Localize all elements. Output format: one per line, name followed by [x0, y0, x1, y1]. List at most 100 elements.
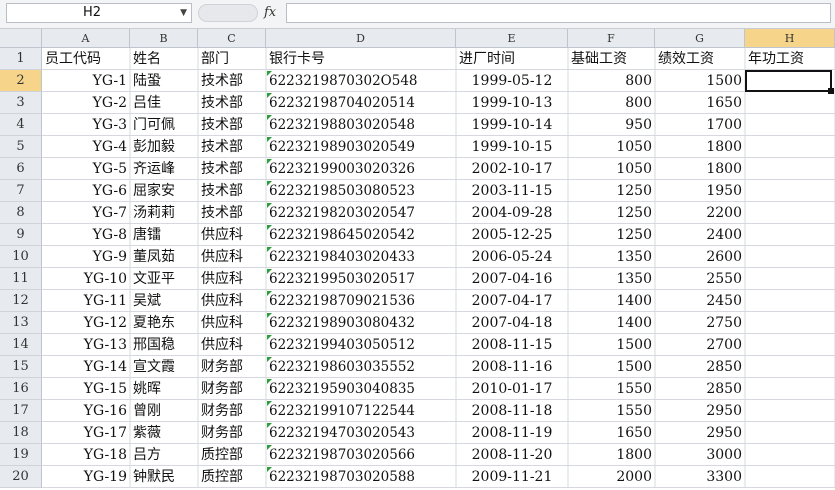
column-header-d[interactable]: D: [266, 29, 456, 48]
cell-d11[interactable]: 62232199503020517: [266, 268, 456, 290]
chevron-down-icon[interactable]: ▼: [180, 4, 187, 22]
cell-e16[interactable]: 2010-01-17: [456, 378, 568, 400]
cell-f5[interactable]: 1050: [568, 136, 655, 158]
cell-a8[interactable]: YG-7: [42, 202, 130, 224]
cell-g6[interactable]: 1800: [655, 158, 745, 180]
row-header-3[interactable]: 3: [0, 92, 42, 114]
cell-e5[interactable]: 1999-10-15: [456, 136, 568, 158]
cell-h12[interactable]: [745, 290, 835, 312]
row-header-11[interactable]: 11: [0, 268, 42, 290]
row-header-8[interactable]: 8: [0, 202, 42, 224]
cell-e4[interactable]: 1999-10-14: [456, 114, 568, 136]
cell-h10[interactable]: [745, 246, 835, 268]
cell-g15[interactable]: 2850: [655, 356, 745, 378]
cell-a15[interactable]: YG-14: [42, 356, 130, 378]
formula-input[interactable]: [286, 3, 831, 23]
cell-b4[interactable]: 门可佩: [130, 114, 198, 136]
row-header-6[interactable]: 6: [0, 158, 42, 180]
cell-a12[interactable]: YG-11: [42, 290, 130, 312]
cell-b12[interactable]: 吴斌: [130, 290, 198, 312]
cell-h7[interactable]: [745, 180, 835, 202]
cell-b1[interactable]: 姓名: [130, 48, 198, 70]
cell-c18[interactable]: 财务部: [198, 422, 266, 444]
cell-g12[interactable]: 2450: [655, 290, 745, 312]
cell-g7[interactable]: 1950: [655, 180, 745, 202]
cell-d14[interactable]: 62232199403050512: [266, 334, 456, 356]
cell-c5[interactable]: 技术部: [198, 136, 266, 158]
column-header-f[interactable]: F: [568, 29, 655, 48]
cell-e15[interactable]: 2008-11-16: [456, 356, 568, 378]
cell-f8[interactable]: 1250: [568, 202, 655, 224]
row-header-14[interactable]: 14: [0, 334, 42, 356]
cell-f7[interactable]: 1250: [568, 180, 655, 202]
cell-d9[interactable]: 62232198645020542: [266, 224, 456, 246]
cell-d13[interactable]: 62232198903080432: [266, 312, 456, 334]
cell-a18[interactable]: YG-17: [42, 422, 130, 444]
cell-f9[interactable]: 1250: [568, 224, 655, 246]
cell-c7[interactable]: 技术部: [198, 180, 266, 202]
row-header-10[interactable]: 10: [0, 246, 42, 268]
select-all-corner[interactable]: [0, 29, 42, 48]
cell-e7[interactable]: 2003-11-15: [456, 180, 568, 202]
cell-a5[interactable]: YG-4: [42, 136, 130, 158]
row-header-1[interactable]: 1: [0, 48, 42, 70]
cell-h20[interactable]: [745, 466, 835, 488]
cell-e17[interactable]: 2008-11-18: [456, 400, 568, 422]
cell-h19[interactable]: [745, 444, 835, 466]
cell-b13[interactable]: 夏艳东: [130, 312, 198, 334]
cell-b10[interactable]: 董凤茹: [130, 246, 198, 268]
cell-c9[interactable]: 供应科: [198, 224, 266, 246]
cell-b18[interactable]: 紫薇: [130, 422, 198, 444]
cell-d16[interactable]: 62232195903040835: [266, 378, 456, 400]
column-header-a[interactable]: A: [42, 29, 130, 48]
cell-a16[interactable]: YG-15: [42, 378, 130, 400]
cell-h9[interactable]: [745, 224, 835, 246]
cell-e2[interactable]: 1999-05-12: [456, 70, 568, 92]
cell-f4[interactable]: 950: [568, 114, 655, 136]
cell-f20[interactable]: 2000: [568, 466, 655, 488]
cell-e19[interactable]: 2008-11-20: [456, 444, 568, 466]
cell-a6[interactable]: YG-5: [42, 158, 130, 180]
cell-h17[interactable]: [745, 400, 835, 422]
cell-b2[interactable]: 陆蛩: [130, 70, 198, 92]
name-box[interactable]: H2 ▼: [6, 3, 192, 23]
cell-e13[interactable]: 2007-04-18: [456, 312, 568, 334]
cell-c2[interactable]: 技术部: [198, 70, 266, 92]
row-header-16[interactable]: 16: [0, 378, 42, 400]
cell-d18[interactable]: 62232194703020543: [266, 422, 456, 444]
fill-handle[interactable]: [828, 88, 834, 94]
cell-e1[interactable]: 进厂时间: [456, 48, 568, 70]
cell-g1[interactable]: 绩效工资: [655, 48, 745, 70]
cell-f3[interactable]: 800: [568, 92, 655, 114]
cell-d1[interactable]: 银行卡号: [266, 48, 456, 70]
cell-g18[interactable]: 2950: [655, 422, 745, 444]
cell-d17[interactable]: 62232199107122544: [266, 400, 456, 422]
formula-bar-divider[interactable]: [198, 4, 258, 22]
cell-d12[interactable]: 62232198709021536: [266, 290, 456, 312]
cell-c12[interactable]: 供应科: [198, 290, 266, 312]
cell-e14[interactable]: 2008-11-15: [456, 334, 568, 356]
cell-c10[interactable]: 供应科: [198, 246, 266, 268]
cell-d6[interactable]: 62232199003020326: [266, 158, 456, 180]
cell-c14[interactable]: 供应科: [198, 334, 266, 356]
cell-h3[interactable]: [745, 92, 835, 114]
cell-f10[interactable]: 1350: [568, 246, 655, 268]
cell-e8[interactable]: 2004-09-28: [456, 202, 568, 224]
cell-e20[interactable]: 2009-11-21: [456, 466, 568, 488]
cell-b9[interactable]: 唐镭: [130, 224, 198, 246]
cell-e18[interactable]: 2008-11-19: [456, 422, 568, 444]
cell-a2[interactable]: YG-1: [42, 70, 130, 92]
cell-g20[interactable]: 3300: [655, 466, 745, 488]
cell-d10[interactable]: 62232198403020433: [266, 246, 456, 268]
cell-g13[interactable]: 2750: [655, 312, 745, 334]
row-header-13[interactable]: 13: [0, 312, 42, 334]
cell-g4[interactable]: 1700: [655, 114, 745, 136]
cell-d20[interactable]: 62232198703020588: [266, 466, 456, 488]
cell-e9[interactable]: 2005-12-25: [456, 224, 568, 246]
cell-b6[interactable]: 齐运峰: [130, 158, 198, 180]
cell-b15[interactable]: 宣文霞: [130, 356, 198, 378]
cell-d3[interactable]: 62232198704020514: [266, 92, 456, 114]
column-header-c[interactable]: C: [198, 29, 266, 48]
cell-g19[interactable]: 3000: [655, 444, 745, 466]
cell-e3[interactable]: 1999-10-13: [456, 92, 568, 114]
